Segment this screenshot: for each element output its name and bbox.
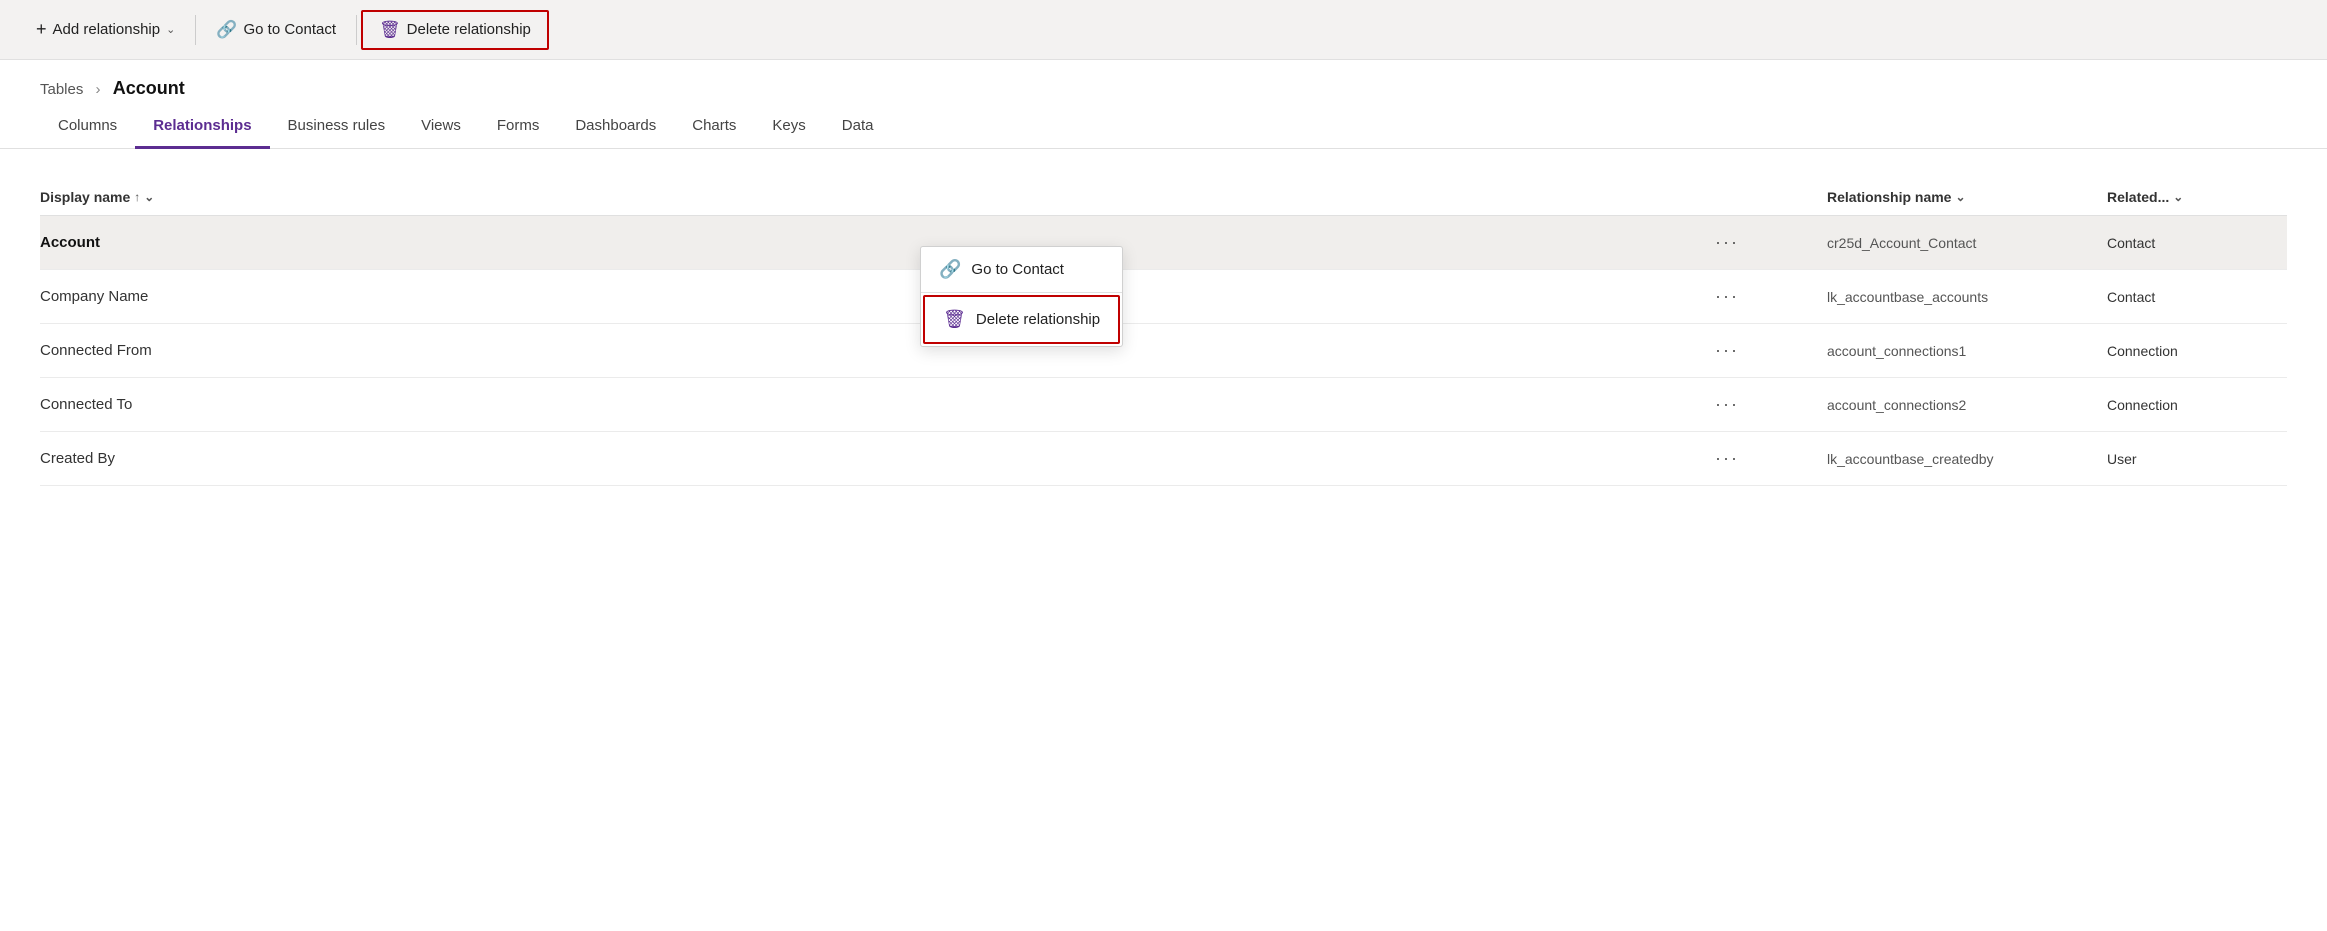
display-name-cell: Connected To (40, 396, 1707, 413)
breadcrumb-current: Account (113, 78, 185, 98)
table-header: Display name ↑ ⌄ Relationship name ⌄ Rel… (40, 179, 2287, 216)
table-row[interactable]: Connected To ··· account_connections2 Co… (40, 378, 2287, 432)
context-go-to-contact-label: Go to Contact (971, 261, 1064, 278)
related-sort-down-icon[interactable]: ⌄ (2173, 190, 2183, 204)
delete-relationship-label: Delete relationship (407, 21, 531, 38)
row-menu-button[interactable]: ··· (1707, 338, 1747, 363)
rel-sort-down-icon[interactable]: ⌄ (1955, 190, 1965, 204)
tab-views[interactable]: Views (403, 107, 479, 149)
context-go-to-contact[interactable]: 🔗 Go to Contact (921, 247, 1122, 292)
row-menu-button[interactable]: ··· (1707, 284, 1747, 309)
table-row[interactable]: Account ··· cr25d_Account_Contact Contac… (40, 216, 2287, 270)
context-delete-relationship[interactable]: 🗑 Delete relationship (923, 295, 1120, 344)
display-name-cell: Created By (40, 450, 1707, 467)
link-icon: 🔗 (216, 20, 237, 40)
toolbar: + Add relationship ⌄ 🔗 Go to Contact 🗑 D… (0, 0, 2327, 60)
relationship-name-header[interactable]: Relationship name ⌄ (1827, 189, 2107, 205)
display-name-header-label: Display name (40, 189, 130, 205)
relationship-name-cell: cr25d_Account_Contact (1827, 235, 2107, 251)
context-menu-divider (921, 292, 1122, 293)
related-header[interactable]: Related... ⌄ (2107, 189, 2287, 205)
relationship-name-cell: account_connections1 (1827, 343, 2107, 359)
display-name-header[interactable]: Display name ↑ ⌄ (40, 189, 1707, 205)
dots-col: ··· (1707, 230, 1827, 255)
relationship-name-cell: account_connections2 (1827, 397, 2107, 413)
tab-forms[interactable]: Forms (479, 107, 558, 149)
related-cell: Connection (2107, 343, 2287, 359)
toolbar-divider-2 (356, 15, 357, 45)
toolbar-divider-1 (195, 15, 196, 45)
table-row[interactable]: Connected From ··· account_connections1 … (40, 324, 2287, 378)
row-menu-button[interactable]: ··· (1707, 230, 1747, 255)
tab-dashboards[interactable]: Dashboards (557, 107, 674, 149)
add-relationship-label: Add relationship (53, 21, 161, 38)
dots-col: ··· (1707, 284, 1827, 309)
dots-col: ··· (1707, 338, 1827, 363)
go-to-contact-button[interactable]: 🔗 Go to Contact (200, 12, 352, 48)
plus-icon: + (36, 19, 47, 40)
trash-icon: 🗑 (379, 20, 401, 40)
table-row[interactable]: Created By ··· lk_accountbase_createdby … (40, 432, 2287, 486)
relationship-name-header-label: Relationship name (1827, 189, 1951, 205)
sort-down-icon[interactable]: ⌄ (144, 190, 154, 204)
breadcrumb-separator: › (96, 81, 101, 98)
chevron-down-icon: ⌄ (166, 23, 175, 36)
display-name-cell: Account (40, 234, 1707, 251)
related-cell: User (2107, 451, 2287, 467)
tab-data[interactable]: Data (824, 107, 892, 149)
add-relationship-button[interactable]: + Add relationship ⌄ (20, 11, 191, 48)
breadcrumb: Tables › Account (0, 60, 2327, 107)
relationship-name-cell: lk_accountbase_accounts (1827, 289, 2107, 305)
related-cell: Contact (2107, 289, 2287, 305)
breadcrumb-parent[interactable]: Tables (40, 81, 83, 98)
tab-relationships[interactable]: Relationships (135, 107, 269, 149)
dots-col: ··· (1707, 392, 1827, 417)
context-trash-icon: 🗑 (943, 309, 966, 330)
related-cell: Contact (2107, 235, 2287, 251)
row-menu-button[interactable]: ··· (1707, 446, 1747, 471)
relationship-name-cell: lk_accountbase_createdby (1827, 451, 2107, 467)
table-row[interactable]: Company Name ··· lk_accountbase_accounts… (40, 270, 2287, 324)
tab-business-rules[interactable]: Business rules (270, 107, 404, 149)
tab-columns[interactable]: Columns (40, 107, 135, 149)
related-header-label: Related... (2107, 189, 2169, 205)
tabs: Columns Relationships Business rules Vie… (0, 107, 2327, 149)
context-delete-relationship-label: Delete relationship (976, 311, 1100, 328)
display-name-cell: Connected From (40, 342, 1707, 359)
go-to-contact-label: Go to Contact (243, 21, 336, 38)
sort-up-icon: ↑ (134, 190, 140, 204)
display-name-cell: Company Name (40, 288, 1707, 305)
delete-relationship-button[interactable]: 🗑 Delete relationship (361, 10, 549, 50)
tab-charts[interactable]: Charts (674, 107, 754, 149)
row-menu-button[interactable]: ··· (1707, 392, 1747, 417)
related-cell: Connection (2107, 397, 2287, 413)
context-link-icon: 🔗 (939, 259, 961, 280)
main-content: Display name ↑ ⌄ Relationship name ⌄ Rel… (0, 149, 2327, 486)
context-menu: 🔗 Go to Contact 🗑 Delete relationship (920, 246, 1123, 347)
tab-keys[interactable]: Keys (754, 107, 823, 149)
dots-col: ··· (1707, 446, 1827, 471)
